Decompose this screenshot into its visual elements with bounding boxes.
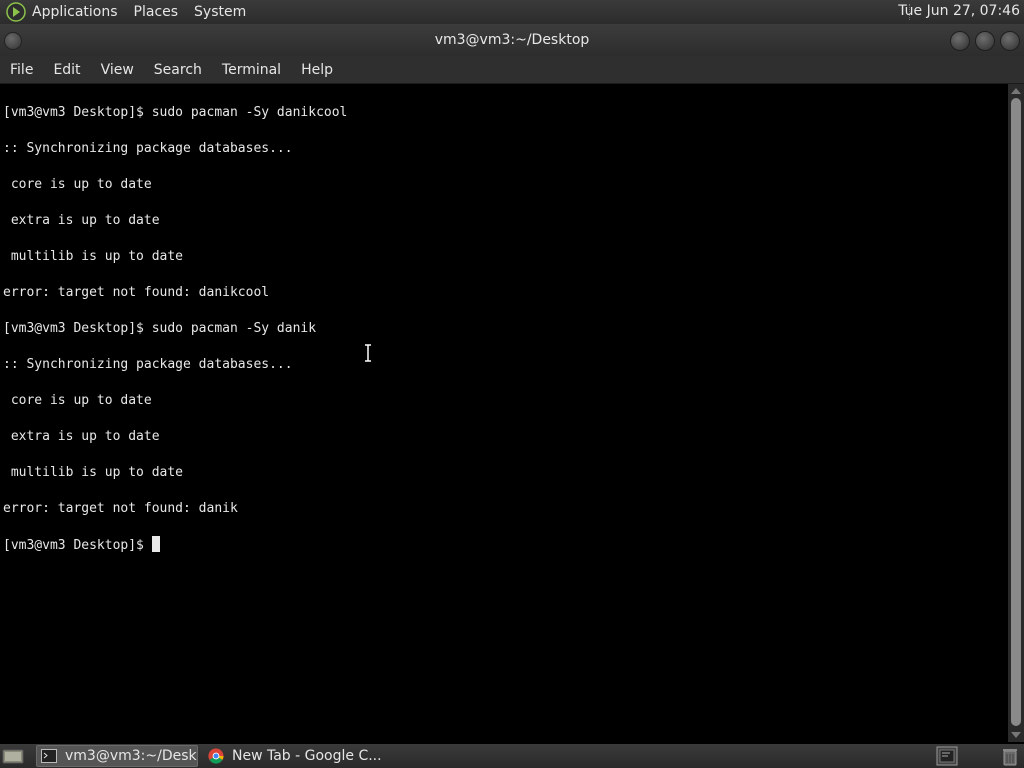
scrollbar-thumb[interactable]: [1011, 98, 1021, 726]
window-titlebar[interactable]: vm3@vm3:~/Desktop: [0, 24, 1024, 56]
chrome-icon: [208, 748, 224, 764]
arch-logo-icon[interactable]: [6, 2, 26, 22]
clock[interactable]: Tue Jun 27, 07:46: [898, 3, 1020, 19]
system-menu[interactable]: System: [194, 4, 246, 20]
menu-search[interactable]: Search: [144, 62, 212, 78]
terminal-line: core is up to date: [3, 177, 152, 192]
taskbar-item-label: vm3@vm3:~/Desktop: [65, 748, 197, 764]
taskbar-item-chrome[interactable]: New Tab - Google C...: [204, 745, 384, 767]
close-button[interactable]: [1000, 31, 1020, 51]
trash-icon[interactable]: [1000, 746, 1020, 766]
bottom-panel: vm3@vm3:~/Desktop New Tab - Google C...: [0, 744, 1024, 768]
prompt-line[interactable]: [vm3@vm3 Desktop]$: [3, 536, 1008, 554]
terminal-line: [vm3@vm3 Desktop]$ sudo pacman -Sy danik: [3, 321, 317, 336]
taskbar-item-label: New Tab - Google C...: [232, 748, 382, 764]
maximize-button[interactable]: [975, 31, 995, 51]
terminal-line: :: Synchronizing package databases...: [3, 357, 293, 372]
terminal-line: core is up to date: [3, 393, 152, 408]
menu-help[interactable]: Help: [291, 62, 343, 78]
workspace-switcher-icon[interactable]: [936, 746, 958, 766]
terminal-output[interactable]: [vm3@vm3 Desktop]$ sudo pacman -Sy danik…: [0, 84, 1008, 742]
terminal-line: error: target not found: danik: [3, 501, 238, 516]
show-desktop-icon[interactable]: [2, 747, 24, 765]
terminal-scrollbar[interactable]: [1008, 84, 1024, 742]
terminal-line: extra is up to date: [3, 213, 160, 228]
text-cursor: [151, 536, 160, 552]
minimize-button[interactable]: [950, 31, 970, 51]
terminal-line: [vm3@vm3 Desktop]$ sudo pacman -Sy danik…: [3, 105, 348, 120]
terminal-line: multilib is up to date: [3, 249, 184, 264]
terminal-line: error: target not found: danikcool: [3, 285, 270, 300]
menu-edit[interactable]: Edit: [43, 62, 90, 78]
window-title: vm3@vm3:~/Desktop: [434, 32, 590, 48]
terminal-line: multilib is up to date: [3, 465, 184, 480]
prompt-text: [vm3@vm3 Desktop]$: [3, 538, 152, 553]
terminal-line: :: Synchronizing package databases...: [3, 141, 293, 156]
terminal-line: extra is up to date: [3, 429, 160, 444]
ibeam-cursor-icon: [365, 344, 371, 362]
places-menu[interactable]: Places: [134, 4, 179, 20]
menu-terminal[interactable]: Terminal: [212, 62, 291, 78]
scroll-up-icon[interactable]: [1011, 88, 1021, 94]
applications-menu[interactable]: Applications: [32, 4, 118, 20]
menu-file[interactable]: File: [0, 62, 43, 78]
menu-view[interactable]: View: [91, 62, 144, 78]
scroll-down-icon[interactable]: [1011, 732, 1021, 738]
top-panel: Applications Places System Tue Jun 27, 0…: [0, 0, 1024, 24]
taskbar-item-terminal[interactable]: vm3@vm3:~/Desktop: [36, 745, 198, 767]
terminal-menubar: File Edit View Search Terminal Help: [0, 56, 1024, 84]
terminal-icon: [41, 749, 57, 763]
